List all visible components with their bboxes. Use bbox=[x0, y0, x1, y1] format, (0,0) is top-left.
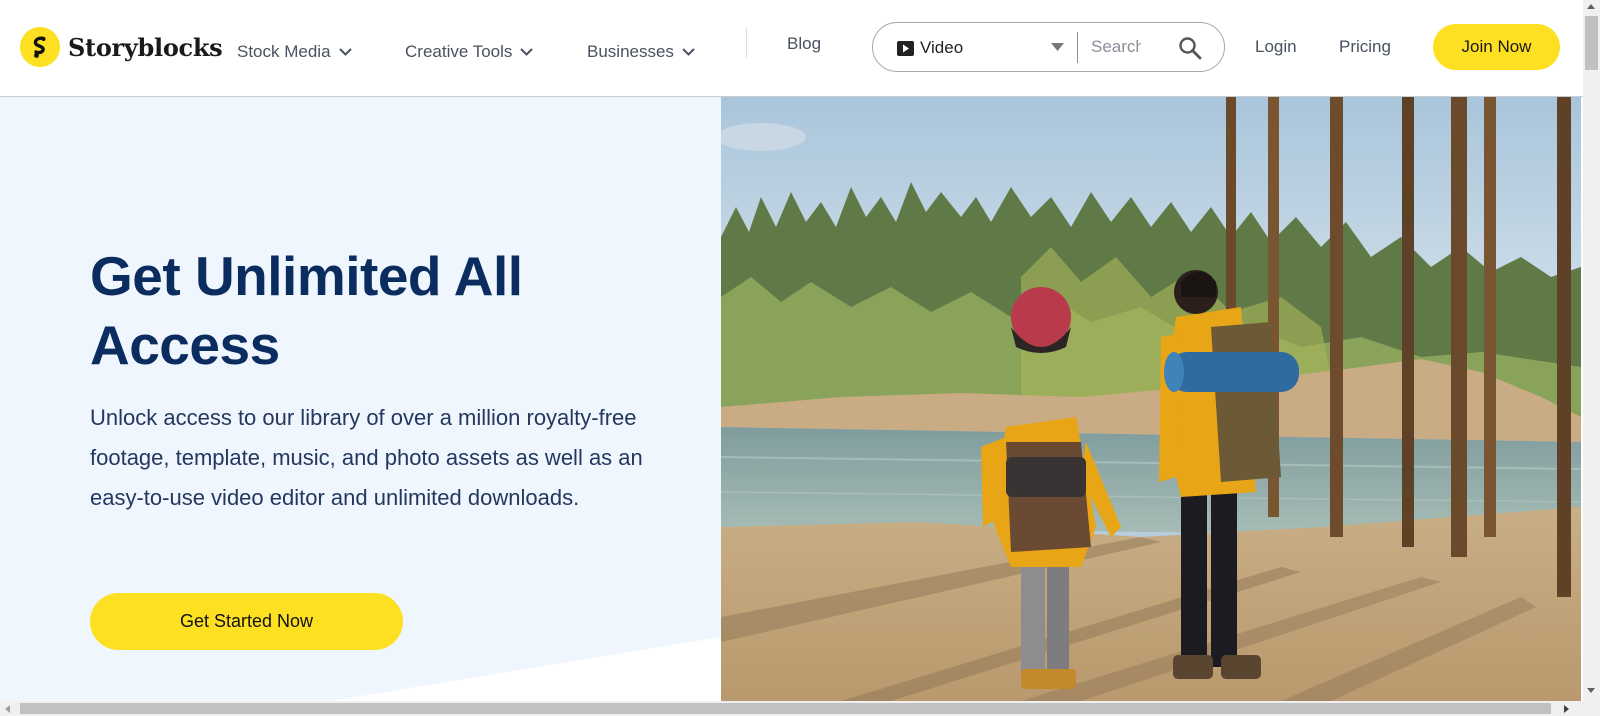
horizontal-scroll-thumb[interactable] bbox=[20, 703, 1551, 714]
scroll-up-icon[interactable] bbox=[1587, 4, 1595, 9]
scroll-left-icon[interactable] bbox=[5, 705, 10, 713]
hero-text-panel: Get Unlimited All Access Unlock access t… bbox=[0, 97, 721, 701]
search-type-dropdown[interactable]: Video bbox=[897, 37, 963, 59]
join-now-button[interactable]: Join Now bbox=[1433, 24, 1560, 70]
video-play-icon bbox=[897, 40, 914, 56]
search-type-value: Video bbox=[920, 38, 964, 57]
chevron-down-icon bbox=[682, 48, 695, 56]
nav-stock-media-label: Stock Media bbox=[237, 42, 331, 61]
nav-divider bbox=[746, 28, 747, 58]
hero-description: Unlock access to our library of over a m… bbox=[90, 405, 643, 510]
logo-mark-icon bbox=[20, 27, 60, 67]
login-link[interactable]: Login bbox=[1255, 37, 1297, 57]
chevron-down-icon bbox=[520, 48, 534, 56]
storyblocks-logo[interactable]: Storyblocks bbox=[20, 27, 223, 67]
search-separator bbox=[1077, 32, 1078, 63]
nav-businesses-label: Businesses bbox=[587, 42, 674, 61]
hero-image bbox=[721, 97, 1581, 701]
scroll-down-icon[interactable] bbox=[1587, 688, 1595, 693]
site-header: Storyblocks Stock Media Creative Tools B… bbox=[0, 0, 1583, 97]
brand-name: Storyblocks bbox=[68, 32, 223, 62]
search-input[interactable] bbox=[1091, 35, 1141, 59]
pricing-link[interactable]: Pricing bbox=[1339, 37, 1391, 57]
hikers-by-lake-illustration bbox=[721, 97, 1581, 701]
nav-businesses[interactable]: Businesses bbox=[587, 40, 695, 64]
hero-title: Get Unlimited All Access bbox=[90, 245, 523, 376]
nav-creative-tools-label: Creative Tools bbox=[405, 42, 513, 61]
caret-down-icon[interactable] bbox=[1051, 43, 1064, 51]
search-icon[interactable] bbox=[1178, 36, 1202, 60]
nav-creative-tools[interactable]: Creative Tools bbox=[405, 40, 534, 64]
horizontal-scrollbar[interactable] bbox=[0, 701, 1600, 716]
scroll-right-icon[interactable] bbox=[1564, 705, 1569, 713]
vertical-scrollbar[interactable] bbox=[1583, 0, 1600, 701]
vertical-scroll-thumb[interactable] bbox=[1585, 16, 1598, 70]
nav-stock-media[interactable]: Stock Media bbox=[237, 40, 352, 64]
search-bar: Video bbox=[872, 22, 1225, 72]
chevron-down-icon bbox=[338, 48, 352, 56]
get-started-button[interactable]: Get Started Now bbox=[90, 593, 403, 650]
nav-blog[interactable]: Blog bbox=[787, 32, 821, 56]
